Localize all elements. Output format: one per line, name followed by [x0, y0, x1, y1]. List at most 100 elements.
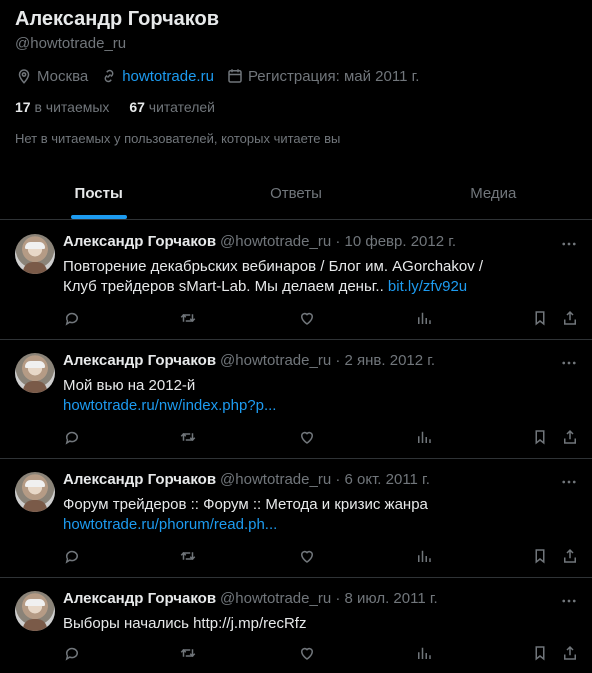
- website-link[interactable]: howtotrade.ru: [122, 68, 214, 85]
- tweet-header: Александр Горчаков @howtotrade_ru · 6 окт…: [63, 471, 430, 488]
- tweet-link[interactable]: howtotrade.ru/nw/index.php?p...: [63, 397, 276, 414]
- avatar[interactable]: [15, 234, 55, 274]
- tweet-author-name[interactable]: Александр Горчаков: [63, 352, 216, 369]
- views-button[interactable]: [415, 547, 433, 565]
- more-icon[interactable]: [560, 235, 578, 253]
- tweet-author-handle[interactable]: @howtotrade_ru: [220, 352, 331, 369]
- reply-button[interactable]: [63, 547, 81, 565]
- tweet-actions: [63, 309, 579, 329]
- bookmark-icon: [535, 430, 545, 445]
- retweet-button[interactable]: [179, 547, 197, 565]
- share-button[interactable]: [561, 547, 579, 565]
- tweet[interactable]: Александр Горчаков @howtotrade_ru · 8 июл…: [0, 578, 592, 673]
- share-button[interactable]: [561, 309, 579, 327]
- share-icon: [564, 310, 576, 325]
- retweet-icon: [180, 432, 196, 442]
- tweet-text-block: Мой вью на 2012-й howtotrade.ru/nw/index…: [63, 376, 503, 416]
- tweet-author-name[interactable]: Александр Горчаков: [63, 471, 216, 488]
- tab-label: Ответы: [270, 185, 322, 202]
- tab-replies[interactable]: Ответы: [197, 168, 394, 219]
- tweet[interactable]: Александр Горчаков @howtotrade_ru · 6 окт…: [0, 459, 592, 578]
- tweet-author-handle[interactable]: @howtotrade_ru: [220, 471, 331, 488]
- tweet-date[interactable]: · 10 февр. 2012 г.: [335, 233, 456, 250]
- tweet-actions: [63, 547, 579, 567]
- tab-posts[interactable]: Посты: [0, 168, 197, 219]
- tweet-author-handle[interactable]: @howtotrade_ru: [220, 590, 331, 607]
- share-icon: [564, 645, 576, 660]
- tweet-author-name[interactable]: Александр Горчаков: [63, 590, 216, 607]
- tweet-text-block: Форум трейдеров :: Форум :: Метода и кри…: [63, 495, 503, 535]
- tab-label: Медиа: [470, 185, 517, 202]
- profile-name: Александр Горчаков: [15, 8, 220, 30]
- views-button[interactable]: [415, 428, 433, 446]
- avatar[interactable]: [15, 472, 55, 512]
- retweet-button[interactable]: [179, 644, 197, 662]
- tab-media[interactable]: Медиа: [395, 168, 592, 219]
- reply-icon: [65, 431, 78, 445]
- retweet-button[interactable]: [179, 309, 197, 327]
- tweet-link[interactable]: bit.ly/zfv92u: [388, 278, 467, 295]
- calendar-icon: [228, 69, 242, 83]
- reply-icon: [65, 550, 78, 564]
- reply-button[interactable]: [63, 428, 81, 446]
- tweet-author-name[interactable]: Александр Горчаков: [63, 233, 216, 250]
- like-button[interactable]: [298, 309, 316, 327]
- tweet-header: Александр Горчаков @howtotrade_ru · 8 июл…: [63, 590, 438, 607]
- tweet-link[interactable]: howtotrade.ru/phorum/read.ph...: [63, 516, 277, 533]
- bookmark-icon: [535, 311, 545, 326]
- tweet[interactable]: Александр Горчаков @howtotrade_ru · 10 фе…: [0, 221, 592, 340]
- location-text: Москва: [37, 67, 89, 85]
- views-icon: [418, 647, 431, 659]
- reply-button[interactable]: [63, 309, 81, 327]
- tweet-actions: [63, 644, 579, 664]
- retweet-icon: [180, 648, 196, 658]
- share-icon: [564, 429, 576, 444]
- tweet[interactable]: Александр Горчаков @howtotrade_ru · 2 янв…: [0, 340, 592, 459]
- share-icon: [564, 548, 576, 563]
- tweet-author-handle[interactable]: @howtotrade_ru: [220, 233, 331, 250]
- views-button[interactable]: [415, 309, 433, 327]
- views-icon: [418, 431, 431, 443]
- tweet-text: Форум трейдеров :: Форум :: Метода и кри…: [63, 496, 428, 513]
- bookmark-icon: [535, 549, 545, 564]
- like-button[interactable]: [298, 547, 316, 565]
- tweet-date[interactable]: · 8 июл. 2011 г.: [335, 590, 437, 607]
- reply-icon: [65, 647, 78, 661]
- followers-label: читателей: [148, 99, 215, 115]
- tweet-header: Александр Горчаков @howtotrade_ru · 2 янв…: [63, 352, 435, 369]
- tweet-actions: [63, 428, 579, 448]
- views-icon: [418, 550, 431, 562]
- bookmark-button[interactable]: [531, 428, 549, 446]
- more-icon[interactable]: [560, 354, 578, 372]
- reply-button[interactable]: [63, 644, 81, 662]
- avatar[interactable]: [15, 591, 55, 631]
- avatar[interactable]: [15, 353, 55, 393]
- following-count: 17: [15, 99, 31, 115]
- tweet-date[interactable]: · 2 янв. 2012 г.: [335, 352, 435, 369]
- profile-meta: Москва howtotrade.ru Регистрация: май 20…: [15, 66, 431, 86]
- share-button[interactable]: [561, 428, 579, 446]
- tweet-text: Выборы начались http://j.mp/recRfz: [63, 615, 307, 632]
- following-stat[interactable]: 17 в читаемых: [15, 99, 109, 115]
- location-item: Москва: [15, 67, 88, 85]
- retweet-icon: [180, 313, 196, 323]
- retweet-button[interactable]: [179, 428, 197, 446]
- more-icon[interactable]: [560, 473, 578, 491]
- profile-tabs: Посты Ответы Медиа: [0, 168, 592, 220]
- bookmark-button[interactable]: [531, 309, 549, 327]
- like-button[interactable]: [298, 644, 316, 662]
- like-button[interactable]: [298, 428, 316, 446]
- bookmark-button[interactable]: [531, 547, 549, 565]
- more-icon[interactable]: [560, 592, 578, 610]
- tweet-date[interactable]: · 6 окт. 2011 г.: [335, 471, 430, 488]
- bookmark-icon: [535, 646, 545, 661]
- views-button[interactable]: [415, 644, 433, 662]
- link-icon: [104, 69, 114, 83]
- share-button[interactable]: [561, 644, 579, 662]
- website-item[interactable]: howtotrade.ru: [100, 67, 214, 85]
- followers-stat[interactable]: 67 читателей: [129, 99, 215, 115]
- bookmark-button[interactable]: [531, 644, 549, 662]
- like-icon: [300, 431, 314, 444]
- tweet-text: Мой вью на 2012-й: [63, 377, 196, 394]
- tweet-header: Александр Горчаков @howtotrade_ru · 10 фе…: [63, 233, 456, 250]
